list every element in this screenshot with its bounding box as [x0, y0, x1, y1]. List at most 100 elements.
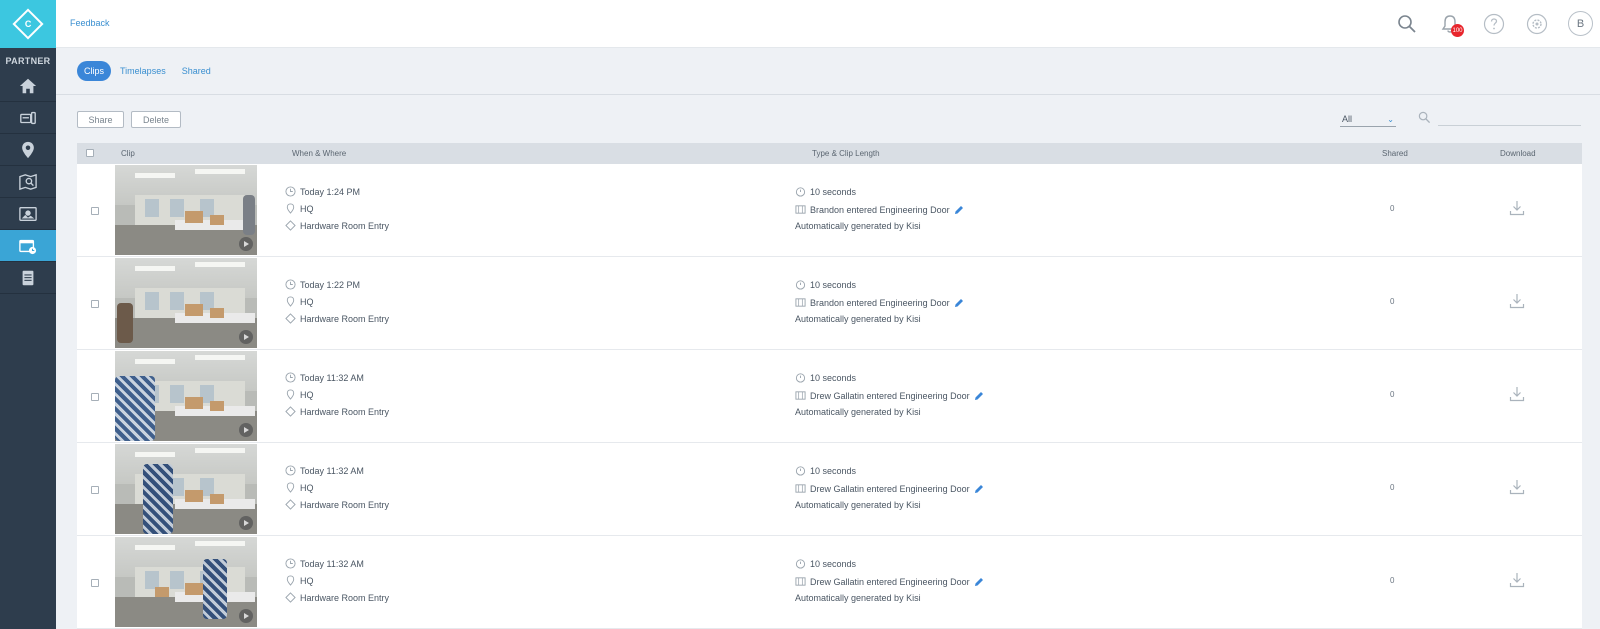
pencil-icon[interactable] [954, 298, 964, 308]
clip-place-text: HQ [300, 203, 314, 214]
sidebar-item-logs[interactable] [0, 262, 56, 294]
clip-time-text: Today 11:32 AM [300, 465, 364, 476]
map-search-icon [19, 173, 37, 190]
share-button[interactable]: Share [77, 111, 124, 128]
column-header-shared: Shared [1382, 149, 1408, 158]
devices-icon [20, 111, 36, 124]
clip-door: Hardware Room Entry [285, 499, 389, 510]
door-diamond-icon [285, 220, 296, 231]
download-icon[interactable] [1509, 200, 1525, 216]
row-checkbox[interactable] [91, 579, 99, 587]
tab-shared[interactable]: Shared [175, 61, 218, 81]
table-row[interactable]: Today 11:32 AM HQ Hardware Room Entry 10… [77, 443, 1582, 536]
pencil-icon[interactable] [974, 484, 984, 494]
clip-time-text: Today 11:32 AM [300, 372, 364, 383]
clip-time: Today 11:32 AM [285, 372, 364, 383]
row-checkbox[interactable] [91, 486, 99, 494]
timer-icon [795, 373, 806, 383]
row-checkbox[interactable] [91, 207, 99, 215]
help-button[interactable] [1482, 12, 1506, 36]
search-icon [1418, 111, 1431, 124]
location-pin-icon [286, 575, 295, 586]
clip-search [1418, 110, 1582, 126]
pencil-icon[interactable] [954, 205, 964, 215]
clip-generated: Automatically generated by Kisi [795, 314, 921, 324]
download-icon[interactable] [1509, 293, 1525, 309]
clip-door-text: Hardware Room Entry [300, 406, 390, 417]
timer-icon [795, 559, 806, 569]
clip-thumbnail[interactable] [115, 444, 257, 534]
clip-tabs: Clips Timelapses Shared [77, 61, 220, 81]
play-icon[interactable] [239, 237, 253, 251]
select-all-checkbox[interactable] [86, 149, 94, 157]
home-icon [19, 78, 37, 93]
clock-icon [285, 186, 296, 197]
pencil-icon[interactable] [974, 391, 984, 401]
download-icon[interactable] [1509, 572, 1525, 588]
row-checkbox[interactable] [91, 300, 99, 308]
search-button[interactable] [1395, 12, 1419, 36]
filter-select[interactable]: All ⌄ [1340, 112, 1396, 127]
play-icon[interactable] [239, 609, 253, 623]
logo-letter: C [24, 19, 32, 29]
sidebar-item-devices[interactable] [0, 102, 56, 134]
clip-time: Today 1:24 PM [285, 186, 360, 197]
play-icon[interactable] [239, 423, 253, 437]
clip-place: HQ [285, 296, 314, 307]
delete-button[interactable]: Delete [131, 111, 181, 128]
clip-place-text: HQ [300, 575, 314, 586]
settings-button[interactable] [1525, 12, 1549, 36]
clip-length: 10 seconds [795, 279, 856, 290]
tab-timelapses[interactable]: Timelapses [113, 61, 173, 81]
clip-place-text: HQ [300, 296, 314, 307]
clip-time: Today 11:32 AM [285, 558, 364, 569]
play-icon[interactable] [239, 330, 253, 344]
user-avatar[interactable]: B [1568, 11, 1593, 36]
section-divider [56, 94, 1600, 95]
play-icon[interactable] [239, 516, 253, 530]
clip-thumbnail[interactable] [115, 165, 257, 255]
clip-door: Hardware Room Entry [285, 406, 389, 417]
clock-icon [285, 558, 296, 569]
partner-label: PARTNER [5, 56, 51, 66]
notification-badge: 100 [1451, 24, 1464, 37]
sidebar-item-maps[interactable] [0, 166, 56, 198]
clip-time: Today 1:22 PM [285, 279, 360, 290]
timer-icon [795, 466, 806, 476]
column-header-when-where: When & Where [292, 149, 347, 158]
clock-icon [285, 279, 296, 290]
table-row[interactable]: Today 11:32 AM HQ Hardware Room Entry 10… [77, 350, 1582, 443]
video-clip-icon [19, 239, 37, 254]
photo-icon [19, 206, 37, 221]
pencil-icon[interactable] [974, 577, 984, 587]
clip-thumbnail[interactable] [115, 351, 257, 441]
location-pin-icon [286, 389, 295, 400]
sidebar-item-cameras[interactable] [0, 198, 56, 230]
download-icon[interactable] [1509, 386, 1525, 402]
feedback-link[interactable]: Feedback [70, 18, 110, 28]
sidebar-item-places[interactable] [0, 134, 56, 166]
tab-clips[interactable]: Clips [77, 61, 112, 81]
clips-table: Clip When & Where Type & Clip Length Sha… [77, 143, 1582, 629]
clip-length-text: 10 seconds [810, 465, 857, 476]
notifications-button[interactable]: 100 [1438, 12, 1464, 37]
clip-length-text: 10 seconds [810, 372, 857, 383]
logo[interactable]: C [0, 0, 56, 48]
clip-thumbnail[interactable] [115, 258, 257, 348]
clip-place: HQ [285, 203, 314, 214]
clip-thumbnail[interactable] [115, 537, 257, 627]
row-checkbox[interactable] [91, 393, 99, 401]
sidebar-item-home[interactable] [0, 70, 56, 102]
search-input[interactable] [1438, 110, 1581, 126]
table-row[interactable]: Today 11:32 AM HQ Hardware Room Entry 10… [77, 536, 1582, 629]
table-row[interactable]: Today 1:24 PM HQ Hardware Room Entry 10 … [77, 164, 1582, 257]
download-icon[interactable] [1509, 479, 1525, 495]
clip-length: 10 seconds [795, 186, 856, 197]
sidebar-item-clips[interactable] [0, 230, 56, 262]
clip-door: Hardware Room Entry [285, 220, 389, 231]
top-bar: Feedback 100 B [56, 0, 1600, 48]
clip-generated: Automatically generated by Kisi [795, 500, 921, 510]
door-diamond-icon [285, 499, 296, 510]
clip-length-text: 10 seconds [810, 279, 857, 290]
table-row[interactable]: Today 1:22 PM HQ Hardware Room Entry 10 … [77, 257, 1582, 350]
